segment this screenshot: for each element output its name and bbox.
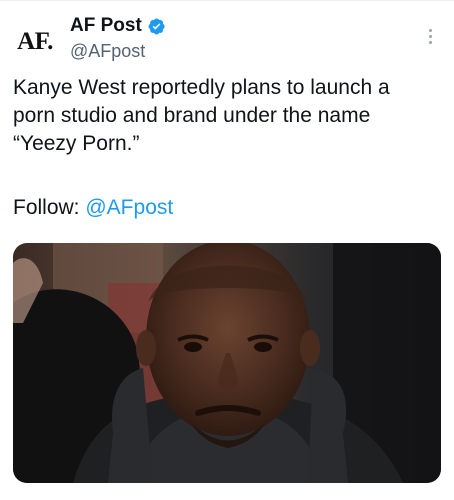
more-dot — [428, 34, 432, 38]
verified-badge-icon — [147, 17, 166, 36]
more-vertical-icon[interactable] — [420, 24, 440, 48]
divider — [0, 0, 454, 1]
tweet-text-line: porn studio and brand under the name — [13, 104, 371, 127]
avatar-logo-text: AF. — [17, 28, 53, 55]
tweet: AF. AF Post @AFpost Kanye West reportedl… — [0, 0, 454, 500]
tweet-text-line: Kanye West reportedly plans to launch a — [13, 76, 390, 99]
follow-line: Follow: @AFpost — [13, 194, 173, 222]
author-handle[interactable]: @AFpost — [70, 40, 145, 62]
follow-mention-link[interactable]: @AFpost — [85, 196, 173, 219]
tweet-media-photo[interactable] — [13, 243, 441, 483]
more-dot — [428, 28, 432, 32]
avatar[interactable]: AF. — [12, 22, 58, 62]
photo-illustration — [13, 243, 441, 483]
follow-label: Follow: — [13, 196, 86, 219]
author-display-name[interactable]: AF Post — [70, 14, 142, 38]
author-name-row: AF Post — [70, 14, 166, 38]
more-dot — [428, 40, 432, 44]
tweet-text: Kanye West reportedly plans to launch a … — [13, 74, 443, 158]
tweet-text-line: “Yeezy Porn.” — [13, 132, 140, 155]
